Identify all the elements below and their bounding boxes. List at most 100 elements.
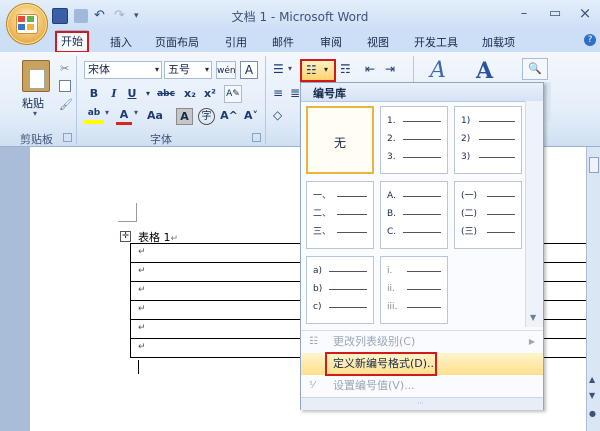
underline-button[interactable]: U — [124, 86, 140, 102]
close-button[interactable]: × — [575, 4, 595, 22]
numbering-option-lower-roman[interactable]: i. ii. iii. — [380, 256, 448, 324]
numbering-line: A. — [387, 190, 443, 202]
font-color-button[interactable]: A — [116, 108, 132, 125]
text-highlight-icon[interactable]: ab — [84, 108, 104, 124]
gallery-scrollbar[interactable]: ▼ — [525, 101, 543, 327]
strikethrough-button[interactable]: abc — [155, 86, 177, 102]
chevron-down-icon: ▾ — [154, 65, 159, 74]
subscript-button[interactable]: x₂ — [182, 86, 198, 102]
numbering-line: C. — [387, 226, 443, 238]
bullets-dropdown-icon[interactable]: ▾ — [288, 64, 292, 73]
numbering-option-chinese-comma[interactable]: 一、 二、 三、 — [306, 181, 374, 249]
enclose-characters-icon[interactable]: 字 — [198, 108, 215, 125]
help-icon[interactable]: ? — [584, 34, 596, 46]
set-numbering-value-item[interactable]: ⅟ 设置编号值(V)... — [301, 375, 543, 397]
browse-object-icon[interactable]: ● — [589, 409, 596, 418]
superscript-button[interactable]: x² — [202, 86, 218, 102]
tab-page-layout[interactable]: 页面布局 — [155, 34, 199, 50]
clipboard-launcher-icon[interactable] — [63, 133, 72, 142]
change-list-level-item[interactable]: ☷ 更改列表级别(C) ▶ — [301, 331, 543, 353]
clear-formatting-icon[interactable]: A✎ — [224, 85, 242, 103]
font-launcher-icon[interactable] — [252, 133, 261, 142]
tab-view[interactable]: 视图 — [367, 34, 389, 50]
numbering-option-decimal-paren[interactable]: 1) 2) 3) — [454, 106, 522, 174]
scroll-down-icon[interactable]: ▼ — [589, 391, 595, 400]
find-icon[interactable]: 🔍 — [522, 58, 548, 80]
numbering-option-lower-letter[interactable]: a) b) c) — [306, 256, 374, 324]
format-painter-brush-icon[interactable]: 🖌 — [59, 98, 73, 111]
numbering-line: 3. — [387, 151, 443, 163]
font-size-combo[interactable]: 五号 ▾ — [164, 61, 212, 79]
tab-mailings[interactable]: 邮件 — [272, 34, 294, 50]
grow-font-button[interactable]: A^ — [220, 108, 238, 124]
style-normal-icon[interactable]: A — [430, 58, 446, 83]
character-border-icon[interactable]: A — [240, 61, 258, 79]
numbering-line: (二) — [461, 208, 517, 220]
increase-indent-icon[interactable]: ⇥ — [385, 62, 395, 76]
font-name-combo[interactable]: 宋体 ▾ — [84, 61, 162, 79]
shading-icon[interactable]: ◇ — [273, 108, 282, 122]
change-case-button[interactable]: Aa — [144, 108, 166, 124]
menu-resize-grip[interactable]: ⋯ — [301, 397, 543, 410]
font-color-dropdown-icon[interactable]: ▾ — [134, 108, 138, 117]
numbering-option-upper-letter[interactable]: A. B. C. — [380, 181, 448, 249]
italic-button[interactable]: I — [106, 86, 122, 102]
bullets-icon[interactable]: ☰ — [273, 62, 284, 76]
numbering-option-chinese-paren[interactable]: (一) (二) (三) — [454, 181, 522, 249]
numbering-line: 二、 — [313, 208, 369, 220]
tab-addins[interactable]: 加载项 — [482, 34, 515, 50]
highlight-dropdown-icon[interactable]: ▾ — [105, 108, 109, 117]
table-move-handle-icon[interactable]: ✛ — [120, 231, 131, 242]
window-title: 文档 1 - Microsoft Word — [231, 10, 369, 24]
bold-button[interactable]: B — [86, 86, 102, 102]
numbering-line: (一) — [461, 190, 517, 202]
align-left-icon[interactable]: ≡ — [273, 86, 283, 100]
style-heading-icon[interactable]: A — [476, 58, 493, 84]
tab-insert[interactable]: 插入 — [110, 34, 132, 50]
ruler-toggle-icon[interactable] — [589, 157, 599, 173]
gallery-scroll-down-icon[interactable]: ▼ — [530, 313, 536, 322]
cut-icon[interactable]: ✂ — [60, 62, 69, 75]
vertical-scrollbar[interactable]: ▲ ▼ ● — [586, 147, 600, 431]
grip-dots-icon: ⋯ — [417, 399, 424, 407]
ribbon-separator — [265, 56, 266, 144]
numbering-option-none[interactable]: 无 — [306, 106, 374, 174]
decrease-indent-icon[interactable]: ⇤ — [365, 62, 375, 76]
submenu-arrow-icon: ▶ — [528, 337, 535, 346]
numbering-library-header: 编号库 — [301, 83, 543, 102]
numbering-line: 2. — [387, 133, 443, 145]
numbering-line: (三) — [461, 226, 517, 238]
character-shading-icon[interactable]: A — [176, 108, 193, 125]
paste-dropdown-icon[interactable]: ▾ — [33, 109, 37, 118]
numbering-line: b) — [313, 283, 369, 295]
scroll-up-icon[interactable]: ▲ — [589, 375, 595, 384]
chevron-down-icon: ▾ — [204, 65, 209, 74]
clipboard-group-label: 剪贴板 — [20, 133, 53, 146]
change-list-level-label: 更改列表级别(C) — [333, 335, 416, 348]
tab-review[interactable]: 审阅 — [320, 34, 342, 50]
align-center-icon[interactable]: ≣ — [290, 86, 300, 100]
highlight-box-define-format — [325, 352, 437, 376]
highlight-box-home-tab — [55, 31, 89, 53]
copy-icon[interactable] — [59, 80, 71, 92]
cell-mark: ↵ — [138, 323, 146, 333]
margin-corner-mark — [118, 203, 137, 222]
tab-references[interactable]: 引用 — [225, 34, 247, 50]
office-button[interactable] — [6, 3, 48, 45]
maximize-button[interactable]: ▭ — [545, 6, 565, 21]
minimize-button[interactable]: – — [514, 6, 534, 21]
numbering-line: 三、 — [313, 226, 369, 238]
multilevel-list-icon[interactable]: ☶ — [340, 62, 351, 76]
numbering-option-decimal-dot[interactable]: 1. 2. 3. — [380, 106, 448, 174]
list-level-icon: ☷ — [309, 336, 318, 347]
shrink-font-button[interactable]: A˅ — [242, 108, 260, 124]
tab-developer[interactable]: 开发工具 — [414, 34, 458, 50]
numbering-line: iii. — [387, 301, 443, 313]
numbering-line: c) — [313, 301, 369, 313]
underline-dropdown-icon[interactable]: ▾ — [140, 86, 156, 102]
numbering-line: i. — [387, 265, 443, 277]
numbering-line: ii. — [387, 283, 443, 295]
paste-icon[interactable] — [22, 60, 50, 92]
phonetic-guide-icon[interactable]: wén — [216, 61, 236, 79]
ribbon-edge — [544, 82, 551, 122]
